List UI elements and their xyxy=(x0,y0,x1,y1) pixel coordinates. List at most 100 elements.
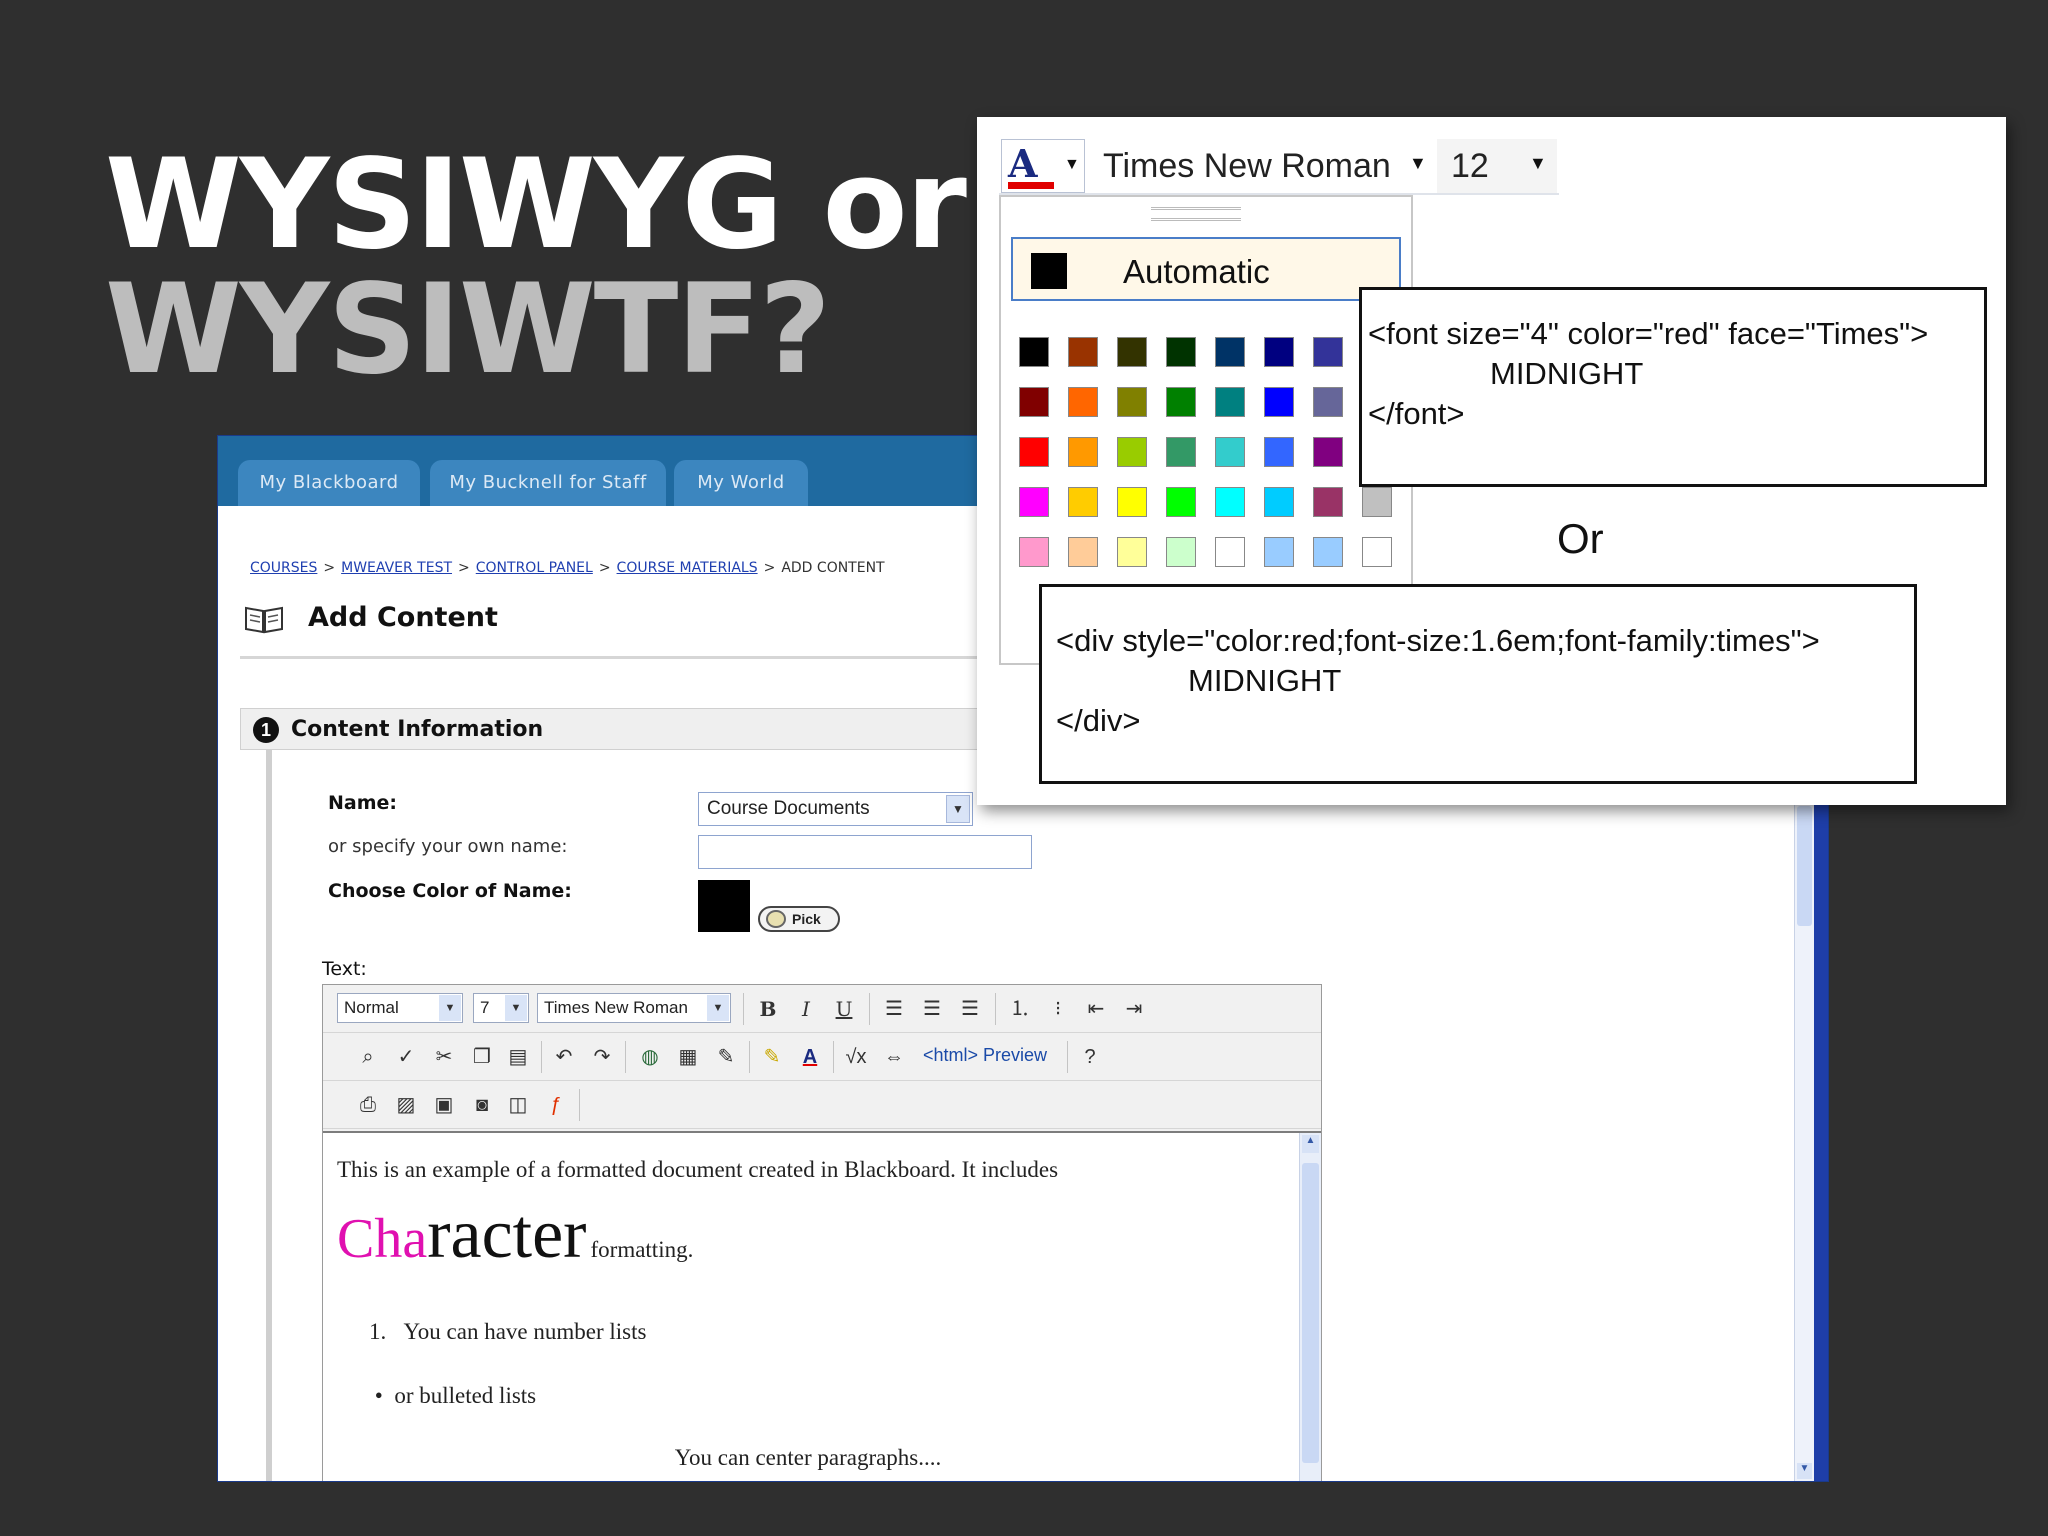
html-button[interactable]: <html> xyxy=(923,1045,978,1066)
chevron-down-icon[interactable]: ▼ xyxy=(1797,1463,1812,1479)
pen-icon[interactable]: ✎ xyxy=(711,1043,741,1071)
font-color-icon[interactable]: A xyxy=(795,1043,825,1071)
editor-scrollbar[interactable]: ▲ xyxy=(1299,1133,1321,1481)
size-select[interactable]: 7 ▼ xyxy=(473,993,529,1023)
breadcrumb-course-materials[interactable]: COURSE MATERIALS xyxy=(617,560,758,576)
breadcrumb-mweaver-test[interactable]: MWEAVER TEST xyxy=(341,560,452,576)
chevron-down-icon[interactable]: ▼ xyxy=(1064,156,1080,174)
tab-my-world[interactable]: My World xyxy=(674,460,808,506)
tab-my-bucknell-for-staff[interactable]: My Bucknell for Staff xyxy=(430,460,666,506)
align-center-icon[interactable]: ☰ xyxy=(917,995,947,1023)
color-swatch-cell[interactable] xyxy=(1166,387,1196,417)
image-icon[interactable]: ▨ xyxy=(391,1091,421,1119)
italic-icon[interactable]: I xyxy=(791,995,821,1023)
numbered-list-icon[interactable]: ⒈ xyxy=(1005,995,1035,1023)
color-swatch-cell[interactable] xyxy=(1068,387,1098,417)
find-icon[interactable]: ⌕ xyxy=(353,1043,383,1071)
page-scroll-thumb[interactable] xyxy=(1797,806,1812,926)
style-select[interactable]: Normal ▼ xyxy=(337,993,463,1023)
font-family-select[interactable]: Times New Roman xyxy=(1091,139,1421,193)
name-select[interactable]: Course Documents ▼ xyxy=(698,792,973,826)
redo-icon[interactable]: ↷ xyxy=(587,1043,617,1071)
chevron-down-icon[interactable]: ▼ xyxy=(707,995,729,1021)
preview-button[interactable]: Preview xyxy=(983,1045,1047,1066)
copy-icon[interactable]: ❐ xyxy=(467,1043,497,1071)
media-icon[interactable]: ▣ xyxy=(429,1091,459,1119)
chevron-down-icon[interactable]: ▼ xyxy=(505,995,527,1021)
color-swatch-cell[interactable] xyxy=(1068,337,1098,367)
color-swatch-cell[interactable] xyxy=(1166,537,1196,567)
color-swatch-cell[interactable] xyxy=(1264,487,1294,517)
color-swatch-cell[interactable] xyxy=(1019,537,1049,567)
color-swatch-cell[interactable] xyxy=(1264,537,1294,567)
color-swatch-cell[interactable] xyxy=(1215,337,1245,367)
paste-icon[interactable]: ▤ xyxy=(503,1043,533,1071)
font-select[interactable]: Times New Roman ▼ xyxy=(537,993,731,1023)
color-swatch-cell[interactable] xyxy=(1313,387,1343,417)
color-swatch-cell[interactable] xyxy=(1313,337,1343,367)
outdent-icon[interactable]: ⇤ xyxy=(1081,995,1111,1023)
color-swatch-cell[interactable] xyxy=(1166,337,1196,367)
highlight-icon[interactable]: ✎ xyxy=(757,1043,787,1071)
help-icon[interactable]: ? xyxy=(1075,1043,1105,1071)
color-swatch-cell[interactable] xyxy=(1019,387,1049,417)
chevron-up-icon[interactable]: ▲ xyxy=(1302,1135,1319,1153)
spellcheck-icon[interactable]: ✓ xyxy=(391,1043,421,1071)
color-swatch-cell[interactable] xyxy=(1264,437,1294,467)
tab-my-blackboard[interactable]: My Blackboard xyxy=(238,460,420,506)
breadcrumb-control-panel[interactable]: CONTROL PANEL xyxy=(476,560,593,576)
color-swatch-cell[interactable] xyxy=(1313,487,1343,517)
editor-scroll-thumb[interactable] xyxy=(1302,1163,1319,1463)
color-swatch-cell[interactable] xyxy=(1313,537,1343,567)
color-swatch-cell[interactable] xyxy=(1264,387,1294,417)
math-sqrt-icon[interactable]: √x xyxy=(841,1043,871,1071)
drag-grip-icon[interactable] xyxy=(1151,207,1241,221)
chevron-down-icon[interactable]: ▼ xyxy=(946,795,970,823)
breadcrumb-courses[interactable]: COURSES xyxy=(250,560,317,576)
link-globe-icon[interactable]: ◍ xyxy=(635,1043,665,1071)
audio-icon[interactable]: ◙ xyxy=(467,1091,497,1119)
color-swatch-cell[interactable] xyxy=(1215,537,1245,567)
color-swatch-cell[interactable] xyxy=(1362,537,1392,567)
color-swatch-cell[interactable] xyxy=(1313,437,1343,467)
align-right-icon[interactable]: ☰ xyxy=(955,995,985,1023)
color-swatch-cell[interactable] xyxy=(1117,437,1147,467)
pick-button[interactable]: Pick xyxy=(758,906,840,932)
color-swatch-cell[interactable] xyxy=(1019,437,1049,467)
chevron-down-icon[interactable]: ▼ xyxy=(439,995,461,1021)
color-swatch[interactable] xyxy=(698,880,750,932)
color-swatch-cell[interactable] xyxy=(1215,387,1245,417)
undo-icon[interactable]: ↶ xyxy=(549,1043,579,1071)
video-icon[interactable]: ◫ xyxy=(503,1091,533,1119)
color-swatch-cell[interactable] xyxy=(1117,387,1147,417)
color-swatch-cell[interactable] xyxy=(1117,487,1147,517)
cut-icon[interactable]: ✂ xyxy=(429,1043,459,1071)
attach-file-icon[interactable]: ⎙ xyxy=(353,1091,383,1119)
color-swatch-cell[interactable] xyxy=(1264,337,1294,367)
color-swatch-cell[interactable] xyxy=(1019,487,1049,517)
bulleted-list-icon[interactable]: ⁝ xyxy=(1043,995,1073,1023)
color-swatch-cell[interactable] xyxy=(1166,487,1196,517)
flash-icon[interactable]: ƒ xyxy=(541,1091,571,1119)
color-swatch-cell[interactable] xyxy=(1068,537,1098,567)
color-swatch-cell[interactable] xyxy=(1117,337,1147,367)
chevron-down-icon[interactable]: ▼ xyxy=(1409,153,1427,174)
color-swatch-cell[interactable] xyxy=(1215,437,1245,467)
color-swatch-cell[interactable] xyxy=(1068,487,1098,517)
automatic-color-option[interactable]: Automatic xyxy=(1011,237,1401,301)
own-name-input[interactable] xyxy=(698,835,1032,869)
color-swatch-cell[interactable] xyxy=(1215,487,1245,517)
embed-icon[interactable]: ⇔ xyxy=(879,1043,909,1071)
indent-icon[interactable]: ⇥ xyxy=(1119,995,1149,1023)
editor-content-area[interactable]: This is an example of a formatted docume… xyxy=(323,1131,1321,1481)
color-swatch-cell[interactable] xyxy=(1117,537,1147,567)
font-color-button[interactable]: A ▼ xyxy=(1001,139,1085,193)
bold-icon[interactable]: B xyxy=(753,995,783,1023)
table-icon[interactable]: ▦ xyxy=(673,1043,703,1071)
color-swatch-cell[interactable] xyxy=(1166,437,1196,467)
align-left-icon[interactable]: ☰ xyxy=(879,995,909,1023)
underline-icon[interactable]: U xyxy=(829,995,859,1023)
chevron-down-icon[interactable]: ▼ xyxy=(1529,153,1547,174)
color-swatch-cell[interactable] xyxy=(1019,337,1049,367)
color-swatch-cell[interactable] xyxy=(1068,437,1098,467)
